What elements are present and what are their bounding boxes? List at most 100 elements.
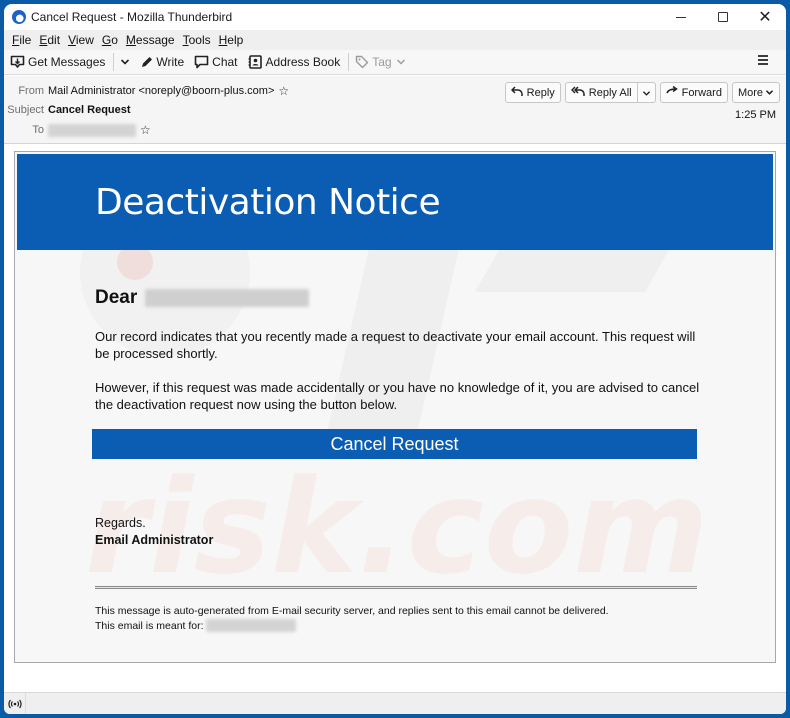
menu-help[interactable]: Help: [219, 33, 244, 47]
header-buttons: Reply Reply All Forward More: [501, 82, 780, 103]
paragraph-1: Our record indicates that you recently m…: [95, 329, 696, 361]
chat-button[interactable]: Chat: [194, 55, 238, 69]
reply-all-label: Reply All: [588, 86, 632, 99]
forward-button[interactable]: Forward: [659, 82, 728, 103]
banner-title: Deactivation Notice: [95, 182, 441, 223]
minimize-icon: [676, 16, 686, 18]
reply-all-icon: [570, 85, 585, 100]
window-title: Cancel Request - Mozilla Thunderbird: [31, 10, 233, 24]
menu-tools[interactable]: Tools: [183, 33, 211, 47]
menu-go-accel: G: [101, 33, 112, 47]
chat-label: Chat: [212, 55, 238, 69]
to-row: To ☆: [4, 123, 151, 137]
footer-disclaimer: This message is auto-generated from E-ma…: [95, 605, 609, 617]
footer-meant-for: This email is meant for:: [95, 619, 296, 632]
svg-text:risk.com: risk.com: [85, 451, 709, 603]
online-status-icon[interactable]: [4, 692, 26, 714]
menu-file[interactable]: File: [12, 33, 31, 47]
chevron-down-icon: [765, 87, 774, 99]
reply-label: Reply: [526, 86, 555, 99]
to-value-redacted[interactable]: [48, 123, 136, 137]
get-messages-label: Get Messages: [28, 55, 106, 69]
regards-text: Regards.: [95, 516, 146, 530]
menu-view-accel: V: [68, 33, 76, 47]
recipient-redacted: [145, 289, 310, 307]
star-icon[interactable]: ☆: [140, 123, 151, 137]
address-book-button[interactable]: Address Book: [248, 55, 341, 69]
subject-row: Subject Cancel Request: [4, 104, 131, 116]
window-controls: ✕: [660, 4, 786, 30]
tag-label: Tag: [372, 55, 392, 69]
thunderbird-logo-icon: [12, 10, 26, 24]
download-inbox-icon: [10, 55, 25, 69]
email-content: risk.com Deactivation Notice Dear Our re…: [14, 151, 776, 663]
reply-all-dropdown[interactable]: [636, 83, 655, 102]
more-label: More: [737, 86, 763, 99]
close-icon: ✕: [758, 9, 772, 26]
close-button[interactable]: ✕: [744, 4, 786, 30]
get-messages-button[interactable]: Get Messages: [10, 55, 105, 69]
signature: Email Administrator: [95, 533, 214, 547]
menu-edit-label: dit: [47, 33, 61, 47]
menu-view[interactable]: View: [68, 33, 94, 47]
star-icon[interactable]: ☆: [278, 84, 289, 98]
forward-label: Forward: [681, 86, 722, 99]
pencil-icon: [140, 56, 153, 69]
menu-file-label: ile: [19, 33, 32, 47]
menu-message[interactable]: Message: [126, 33, 175, 47]
from-label: From: [18, 85, 44, 97]
menu-bar: File Edit View Go Message Tools Help: [4, 30, 786, 50]
menu-message-label: essage: [135, 33, 175, 47]
menu-message-accel: M: [125, 33, 136, 47]
tag-icon: [355, 55, 369, 69]
write-label: Write: [156, 55, 185, 69]
reply-button[interactable]: Reply: [504, 82, 561, 103]
subject-label: Subject: [7, 104, 44, 116]
footer-divider: [95, 586, 697, 589]
menu-go[interactable]: Go: [102, 33, 118, 47]
chevron-down-icon: [396, 55, 406, 69]
status-bar: [4, 692, 786, 714]
greeting-label: Dear: [95, 287, 138, 308]
greeting: Dear: [95, 287, 310, 309]
notice-banner: Deactivation Notice: [17, 154, 773, 250]
maximize-icon: [718, 12, 728, 22]
address-book-label: Address Book: [265, 55, 341, 69]
forward-arrow-icon: [665, 85, 678, 99]
more-button[interactable]: More: [731, 82, 780, 103]
to-label: To: [32, 124, 44, 136]
menu-view-label: iew: [75, 33, 94, 47]
app-menu-button[interactable]: [756, 53, 770, 70]
chat-bubble-icon: [194, 55, 209, 69]
footer-meant-for-label: This email is meant for:: [95, 619, 204, 632]
minimize-button[interactable]: [660, 4, 702, 30]
from-row: From Mail Administrator <noreply@boorn-p…: [4, 84, 289, 98]
reply-icon: [510, 85, 523, 100]
menu-edit[interactable]: Edit: [39, 33, 60, 47]
message-time: 1:25 PM: [735, 109, 776, 121]
toolbar-separator: [348, 53, 350, 71]
menu-help-label: elp: [227, 33, 244, 47]
from-value[interactable]: Mail Administrator <noreply@boorn-plus.c…: [48, 85, 274, 97]
get-messages-dropdown[interactable]: [120, 55, 130, 69]
title-bar: Cancel Request - Mozilla Thunderbird ✕: [4, 4, 786, 30]
message-body-pane: risk.com Deactivation Notice Dear Our re…: [4, 145, 786, 692]
hamburger-menu-icon: [756, 55, 770, 70]
toolbar-separator: [113, 53, 115, 71]
write-button[interactable]: Write: [140, 55, 184, 69]
tag-button[interactable]: Tag: [355, 55, 405, 69]
cancel-request-label: Cancel Request: [330, 433, 459, 454]
paragraph-2: However, if this request was made accide…: [95, 380, 700, 412]
cancel-request-button[interactable]: Cancel Request: [92, 429, 697, 459]
maximize-button[interactable]: [702, 4, 744, 30]
menu-help-accel: H: [218, 33, 228, 47]
meant-for-redacted: [205, 619, 296, 632]
reply-all-group: Reply All: [564, 82, 656, 103]
main-toolbar: Get Messages Write Chat Address Book Tag: [4, 50, 786, 75]
reply-all-button[interactable]: Reply All: [566, 83, 637, 102]
subject-value: Cancel Request: [48, 104, 131, 116]
message-header: From Mail Administrator <noreply@boorn-p…: [4, 76, 786, 144]
menu-go-label: o: [111, 33, 118, 47]
chevron-down-icon: [642, 86, 651, 100]
address-book-icon: [248, 55, 263, 69]
